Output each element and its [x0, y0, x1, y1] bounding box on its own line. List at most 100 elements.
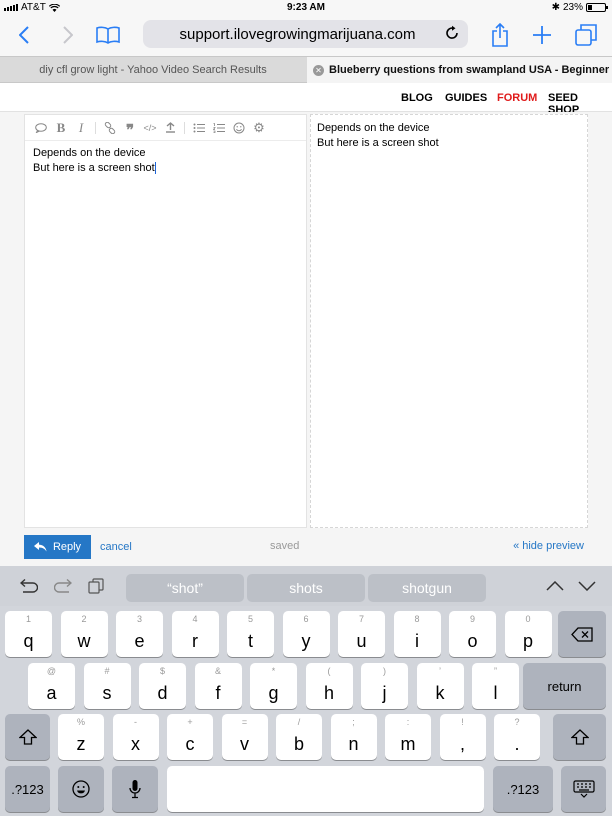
return-label: return — [547, 678, 582, 694]
back-arrow-icon[interactable] — [14, 21, 34, 49]
key-x[interactable]: -x — [112, 714, 159, 760]
close-tab-icon[interactable]: ✕ — [313, 65, 324, 76]
key-v[interactable]: = v — [221, 714, 268, 760]
key-s[interactable]: # s — [83, 663, 131, 709]
tabs-overview-icon[interactable] — [574, 21, 598, 49]
numbered-list-icon[interactable] — [209, 119, 229, 137]
nav-forum[interactable]: FORUM — [497, 92, 537, 104]
share-icon[interactable] — [488, 21, 512, 49]
return-key[interactable]: return — [523, 663, 606, 709]
editor-toolbar: B I ❞ </> ⚙ — [25, 115, 306, 141]
key-t[interactable]: 5t — [227, 611, 274, 657]
emoji-smiley-icon[interactable] — [229, 119, 249, 137]
suggestion-2[interactable]: shots — [247, 574, 365, 602]
nav-guides[interactable]: GUIDES — [445, 92, 487, 104]
microphone-icon — [129, 780, 141, 799]
editor-content[interactable]: Depends on the device But here is a scre… — [25, 141, 306, 181]
text-caret — [154, 162, 156, 175]
key-secondary: ( — [327, 666, 331, 676]
shift-key-right[interactable] — [553, 714, 606, 760]
quote-icon[interactable]: ❞ — [120, 119, 140, 139]
key-l[interactable]: ” l — [472, 663, 519, 709]
tab-blueberry-questions[interactable]: ✕ Blueberry questions from swampland USA… — [307, 57, 612, 83]
italic-icon[interactable]: I — [71, 119, 91, 137]
suggestion-1[interactable]: “shot” — [126, 574, 244, 602]
numbers-label: .?123 — [506, 781, 540, 797]
key-d[interactable]: $ d — [139, 663, 186, 709]
key-y[interactable]: 6y — [282, 611, 330, 657]
key-k[interactable]: ’ k — [416, 663, 464, 709]
cancel-link[interactable]: cancel — [100, 541, 132, 553]
key-secondary: = — [241, 717, 248, 727]
key-h[interactable]: (h — [305, 663, 353, 709]
bullet-list-icon[interactable] — [189, 119, 209, 137]
reply-label: Reply — [52, 541, 82, 553]
toolbar-divider — [95, 121, 96, 134]
numbers-key-left[interactable]: .?123 — [5, 766, 50, 812]
hide-keyboard-key[interactable] — [561, 766, 606, 812]
clock: 9:23 AM — [287, 2, 325, 13]
editor-line-2-text: But here is a screen shot — [33, 162, 155, 174]
chevron-up-icon[interactable] — [544, 576, 566, 596]
numbers-key-right[interactable]: .?123 — [493, 766, 553, 812]
key-j[interactable]: ) j — [361, 663, 408, 709]
key-i[interactable]: 8i — [393, 611, 441, 657]
paste-clipboard-icon[interactable] — [85, 576, 107, 596]
key-e[interactable]: 3e — [116, 611, 163, 657]
address-bar[interactable]: support.ilovegrowingmarijuana.com — [143, 20, 468, 48]
code-icon[interactable]: </> — [140, 119, 160, 137]
key-secondary: ! — [461, 717, 464, 727]
key-q[interactable]: 1q — [5, 611, 52, 657]
key-c[interactable]: + c — [167, 714, 213, 760]
key-primary: i — [415, 630, 419, 651]
status-right: ✱ 23% — [552, 2, 608, 13]
key-n[interactable]: ; n — [330, 714, 377, 760]
settings-gear-icon[interactable]: ⚙ — [249, 119, 269, 137]
shift-arrow-icon — [570, 729, 589, 745]
redo-icon[interactable] — [52, 576, 74, 596]
emoji-key[interactable] — [58, 766, 104, 812]
hide-preview-link[interactable]: « hide preview — [513, 540, 584, 552]
key-primary: b — [293, 733, 304, 754]
key-primary: e — [134, 630, 145, 651]
key-w[interactable]: 2w — [60, 611, 108, 657]
key-primary: o — [467, 630, 478, 651]
undo-icon[interactable] — [18, 576, 40, 596]
key-f[interactable]: & f — [194, 663, 242, 709]
key-z[interactable]: % z — [58, 714, 104, 760]
key-primary: d — [157, 682, 168, 703]
chevron-down-icon[interactable] — [576, 576, 598, 596]
delete-key[interactable] — [558, 611, 606, 657]
key-secondary: 0 — [525, 614, 531, 624]
reply-button[interactable]: Reply — [24, 535, 91, 559]
key-a[interactable]: @ a — [28, 663, 75, 709]
key-p[interactable]: 0p — [504, 611, 552, 657]
key-r[interactable]: 4r — [171, 611, 219, 657]
tab-yahoo-video[interactable]: diy cfl grow light - Yahoo Video Search … — [0, 57, 306, 83]
space-bar[interactable] — [167, 766, 484, 812]
reload-icon[interactable] — [444, 25, 460, 46]
forward-arrow-icon[interactable] — [58, 21, 78, 49]
shift-key-left[interactable] — [5, 714, 50, 760]
key-secondary: % — [76, 717, 85, 727]
key-m[interactable]: :m — [385, 714, 431, 760]
key-g[interactable]: * g — [250, 663, 297, 709]
key-,[interactable]: !, — [439, 714, 486, 760]
bookmarks-icon[interactable] — [95, 21, 121, 49]
link-icon[interactable] — [100, 119, 120, 137]
new-tab-plus-icon[interactable] — [530, 21, 554, 49]
preview-line-2: But here is a screen shot — [317, 137, 439, 149]
smilie-bubble-icon[interactable] — [31, 119, 51, 137]
dictation-key[interactable] — [112, 766, 158, 812]
nav-blog[interactable]: BLOG — [401, 92, 433, 104]
upload-icon[interactable] — [160, 119, 180, 137]
suggestion-3[interactable]: shotgun — [368, 574, 486, 602]
key-.[interactable]: ?. — [494, 714, 540, 760]
key-secondary: ? — [514, 717, 520, 727]
key-b[interactable]: / b — [276, 714, 322, 760]
message-editor[interactable]: B I ❞ </> ⚙ Depends on the device But he… — [24, 114, 307, 528]
key-u[interactable]: 7u — [338, 611, 385, 657]
key-o[interactable]: 9o — [449, 611, 496, 657]
bold-icon[interactable]: B — [51, 119, 71, 137]
key-secondary: 1 — [25, 614, 31, 624]
